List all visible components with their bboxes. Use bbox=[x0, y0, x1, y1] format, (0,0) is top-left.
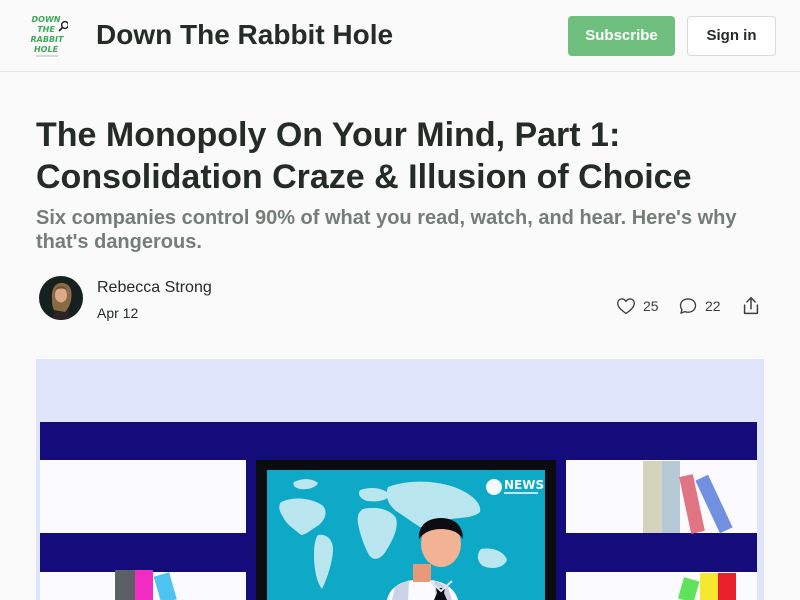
book bbox=[662, 461, 680, 533]
comment-count: 22 bbox=[705, 298, 721, 314]
comment-button[interactable]: 22 bbox=[678, 294, 721, 318]
shelf-top bbox=[40, 422, 757, 460]
svg-text:THE: THE bbox=[37, 25, 55, 34]
author-name[interactable]: Rebecca Strong bbox=[97, 278, 212, 298]
post-date: Apr 12 bbox=[97, 305, 139, 321]
like-count: 25 bbox=[643, 298, 659, 314]
news-badge-dot bbox=[486, 479, 502, 495]
svg-text:RABBIT: RABBIT bbox=[31, 35, 65, 44]
post-subtitle: Six companies control 90% of what you re… bbox=[36, 207, 737, 253]
share-icon bbox=[743, 297, 759, 315]
author-avatar[interactable] bbox=[39, 276, 83, 320]
svg-text:HOLE: HOLE bbox=[34, 45, 59, 54]
book bbox=[135, 570, 153, 600]
book bbox=[700, 573, 718, 600]
book bbox=[115, 570, 135, 600]
site-logo[interactable]: DOWN THE RABBIT HOLE bbox=[28, 13, 70, 59]
subscribe-button[interactable]: Subscribe bbox=[568, 16, 675, 56]
site-header: DOWN THE RABBIT HOLE Down The Rabbit Hol… bbox=[0, 0, 800, 72]
svg-text:DOWN: DOWN bbox=[32, 15, 61, 24]
sign-in-button[interactable]: Sign in bbox=[687, 16, 776, 56]
book bbox=[718, 573, 736, 600]
book bbox=[643, 461, 662, 533]
hero-image: NEWS bbox=[36, 359, 764, 600]
like-button[interactable]: 25 bbox=[616, 294, 659, 318]
post-title: The Monopoly On Your Mind, Part 1: Conso… bbox=[36, 116, 692, 196]
comment-icon bbox=[679, 298, 697, 314]
news-badge-text: NEWS bbox=[504, 478, 544, 492]
site-title[interactable]: Down The Rabbit Hole bbox=[96, 18, 393, 52]
share-button[interactable] bbox=[740, 294, 762, 318]
heart-icon bbox=[617, 298, 635, 315]
